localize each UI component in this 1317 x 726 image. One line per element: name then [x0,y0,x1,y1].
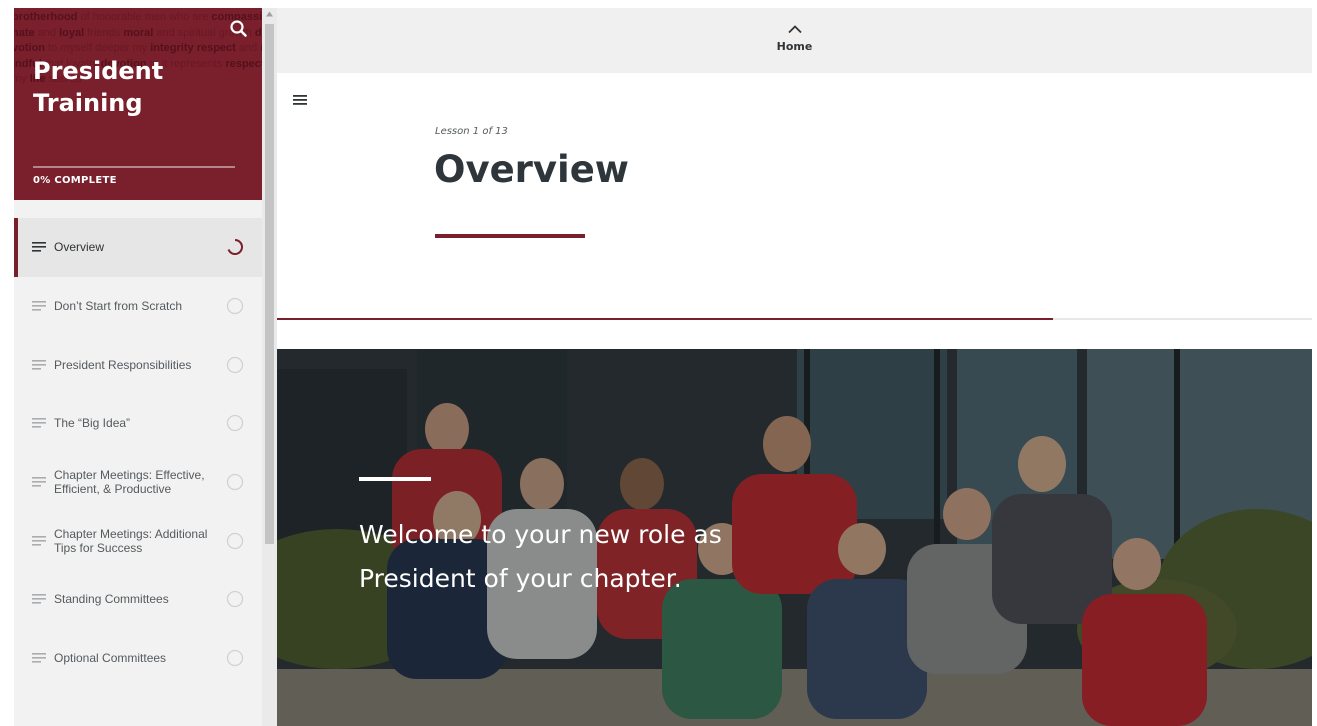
lesson-lines-icon [32,418,46,429]
lesson-lines-icon [32,359,46,370]
search-icon [230,20,247,37]
background-word: spiritual [177,26,216,39]
sidebar-scrollbar[interactable] [262,8,277,726]
scroll-up-arrow-icon[interactable] [265,10,274,18]
lesson-lines-icon [32,242,46,252]
lesson-title: Overview [434,148,629,191]
empty-circle-icon [226,356,244,373]
hero-divider [359,477,431,481]
background-word: brotherhood [14,11,78,23]
background-word: to [48,42,58,54]
background-word: of [80,11,90,23]
hamburger-menu-icon [293,95,307,105]
empty-circle-icon [226,650,244,667]
background-word: loyal [59,26,85,39]
lesson-item[interactable]: Overview [14,218,262,277]
empty-circle-icon [226,591,244,608]
course-progress-bar [33,166,235,168]
lesson-item[interactable]: Don’t Start from Scratch [14,277,262,336]
lesson-label: Standing Committees [54,592,169,607]
lesson-item[interactable]: Standing Committees [14,570,262,629]
scrollbar-thumb[interactable] [265,24,274,544]
lesson-label: President Responsibilities [54,357,192,372]
lesson-scroll-progress-fill [277,318,1054,320]
background-word: my [14,73,27,85]
lesson-list: Overview Don’t Start from Scratch Presiden… [14,218,262,688]
progress-ring-icon [227,239,244,256]
course-header: brotherhood of honorable men who are com… [14,8,262,200]
lesson-scroll-progress [277,318,1312,320]
background-word: deeper [95,42,130,54]
lesson-content: Home Lesson 1 of 13 Overview Welcome to … [277,8,1312,726]
chevron-up-icon [788,25,802,34]
lesson-item[interactable]: Chapter Meetings: Effective, Efficient, … [14,453,262,512]
lesson-lines-icon [32,535,46,546]
background-word: are [192,11,209,23]
background-word: respect [196,42,236,54]
lesson-count: Lesson 1 of 13 [435,126,508,137]
course-title: President Training [33,57,164,117]
lesson-label: Don’t Start from Scratch [54,299,183,314]
empty-circle-icon [226,532,244,549]
background-word: myself [60,42,93,54]
lesson-item[interactable]: Chapter Meetings: Additional Tips for Su… [14,511,262,570]
lesson-item[interactable]: Optional Committees [14,629,262,688]
home-label: Home [776,40,813,53]
course-progress-text: 0% COMPLETE [33,175,117,186]
lesson-item[interactable]: The “Big Idea” [14,394,262,453]
background-word: men [144,11,167,23]
lesson-item[interactable]: President Responsibilities [14,335,262,394]
title-divider [435,234,585,238]
hero-text: Welcome to your new role as President of… [359,520,722,593]
background-word: my [132,42,148,54]
lesson-lines-icon [32,594,46,605]
lesson-label: Overview [54,240,105,255]
lesson-lines-icon [32,653,46,663]
background-word: who [169,11,190,23]
background-word: integrity [150,42,194,54]
background-word: and [238,42,258,54]
empty-circle-icon [226,297,244,315]
background-word: moral [123,26,154,39]
lesson-label: The “Big Idea” [54,416,131,431]
search-button[interactable] [228,18,250,40]
lesson-label: Chapter Meetings: Additional Tips for Su… [54,526,208,555]
background-word: and [37,26,57,39]
lesson-label: Optional Committees [54,651,167,666]
home-nav-button[interactable]: Home [277,8,1312,73]
hero-banner: Welcome to your new role as President of… [277,349,1312,726]
background-word: friends [87,26,121,39]
background-word: and [156,26,175,39]
menu-button[interactable] [293,93,307,105]
background-word: honorable [92,11,142,23]
empty-circle-icon [226,415,244,432]
empty-circle-icon [226,473,244,491]
course-sidebar: brotherhood of honorable men who are com… [14,8,262,726]
lesson-lines-icon [32,301,46,311]
lesson-lines-icon [32,477,46,487]
lesson-label: Chapter Meetings: Effective, Efficient, … [54,468,205,497]
